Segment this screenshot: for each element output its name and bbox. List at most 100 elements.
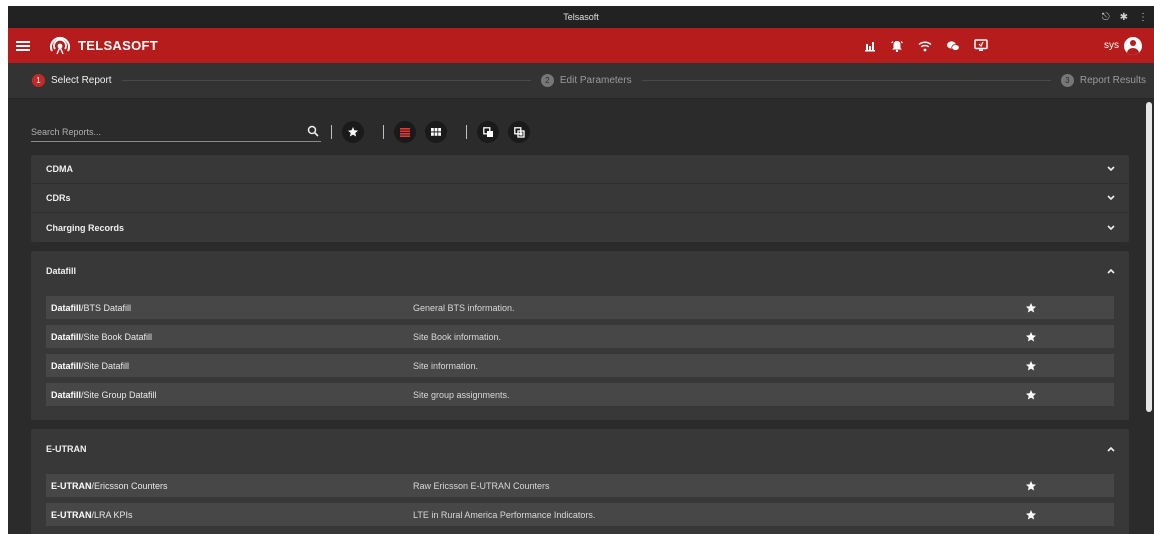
report-toolbar xyxy=(31,120,530,144)
app-bar: TELSASOFT sys xyxy=(8,28,1154,63)
star-icon xyxy=(1026,389,1036,399)
copy-button[interactable] xyxy=(477,121,499,143)
divider xyxy=(331,125,332,139)
report-category: Datafill xyxy=(51,389,82,400)
wifi-icon[interactable] xyxy=(918,40,932,52)
app-window: Telsasoft ⎋ ✱ ⋮ TELSASOFT sys 1 Select R… xyxy=(8,6,1154,534)
list-view-button[interactable] xyxy=(394,121,416,143)
report-title: /Site Group Datafill xyxy=(81,389,157,400)
step-number: 1 xyxy=(32,74,45,87)
step-label: Edit Parameters xyxy=(559,75,632,86)
divider xyxy=(383,125,384,139)
brand-logo[interactable]: TELSASOFT xyxy=(48,36,158,56)
star-icon xyxy=(1026,480,1036,490)
window-title: Telsasoft xyxy=(563,12,599,22)
report-description: Site Book information. xyxy=(413,331,502,342)
report-name: E-UTRAN/Ericsson Counters xyxy=(51,481,413,491)
favorite-toggle[interactable] xyxy=(1021,331,1041,343)
report-row[interactable]: E-UTRAN/Ericsson Counters Raw Ericsson E… xyxy=(46,474,1114,497)
group-cdrs[interactable]: CDRs xyxy=(31,184,1129,213)
step-number: 3 xyxy=(1060,74,1074,87)
extension-icon[interactable]: ✱ xyxy=(1120,12,1128,23)
chevron-down-icon xyxy=(1107,166,1115,172)
step-connector xyxy=(121,80,531,81)
group-cdma[interactable]: CDMA xyxy=(31,155,1129,184)
collapsed-groups: CDMA CDRs Charging Records xyxy=(31,155,1129,242)
group-header[interactable]: Datafill xyxy=(31,251,1129,291)
report-row[interactable]: E-UTRAN/LRA KPIs LTE in Rural America Pe… xyxy=(46,503,1114,526)
step-select-report[interactable]: 1 Select Report xyxy=(32,74,112,87)
step-number: 2 xyxy=(540,74,554,87)
report-name: Datafill/BTS Datafill xyxy=(51,303,413,313)
favorites-button[interactable] xyxy=(342,121,364,143)
report-description: Site information. xyxy=(413,360,479,371)
favorite-toggle[interactable] xyxy=(1021,360,1041,372)
group-label: CDRs xyxy=(46,193,71,203)
report-description: Raw Ericsson E-UTRAN Counters xyxy=(413,480,550,491)
group-label: Datafill xyxy=(46,266,77,276)
search-input[interactable] xyxy=(31,123,301,141)
search-icon[interactable] xyxy=(307,125,319,137)
report-category: Datafill xyxy=(51,302,82,313)
step-report-results[interactable]: 3 Report Results xyxy=(1060,74,1146,87)
favorite-toggle[interactable] xyxy=(1021,509,1041,521)
star-icon xyxy=(1026,302,1036,312)
report-groups: CDMA CDRs Charging Records Datafill Data… xyxy=(31,155,1129,534)
telsasoft-logo-icon xyxy=(50,36,70,54)
monitor-icon[interactable] xyxy=(974,39,988,52)
report-category: E-UTRAN xyxy=(51,480,92,491)
report-title: /BTS Datafill xyxy=(81,302,132,313)
report-row[interactable]: Datafill/BTS Datafill General BTS inform… xyxy=(46,296,1114,319)
report-name: Datafill/Site Datafill xyxy=(51,361,413,371)
step-label: Select Report xyxy=(51,75,112,86)
report-title: /Ericsson Counters xyxy=(91,480,168,491)
report-row[interactable]: Datafill/Site Group Datafill Site group … xyxy=(46,383,1114,406)
chevron-up-icon xyxy=(1107,268,1115,274)
step-edit-parameters[interactable]: 2 Edit Parameters xyxy=(540,74,632,87)
report-row[interactable]: Datafill/Site Book Datafill Site Book in… xyxy=(46,325,1114,348)
account-icon xyxy=(1124,36,1142,55)
favorite-toggle[interactable] xyxy=(1021,302,1041,314)
star-icon xyxy=(348,127,358,137)
key-icon[interactable]: ⎋ xyxy=(1102,12,1110,23)
user-menu[interactable]: sys xyxy=(1104,28,1142,63)
report-description: General BTS information. xyxy=(413,302,515,313)
brand-name: TELSASOFT xyxy=(78,38,158,53)
grid-view-button[interactable] xyxy=(425,121,447,143)
search-box xyxy=(31,122,321,142)
group-datafill: Datafill Datafill/BTS Datafill General B… xyxy=(31,251,1129,420)
scrollbar[interactable] xyxy=(1145,102,1153,534)
star-icon xyxy=(1026,331,1036,341)
grid-view-icon xyxy=(431,128,441,136)
chat-icon[interactable] xyxy=(946,40,960,52)
kebab-icon[interactable]: ⋮ xyxy=(1138,12,1148,23)
group-charging-records[interactable]: Charging Records xyxy=(31,213,1129,242)
report-name: Datafill/Site Group Datafill xyxy=(51,390,413,400)
report-description: LTE in Rural America Performance Indicat… xyxy=(413,509,596,520)
report-description: Site group assignments. xyxy=(413,389,510,400)
paste-icon xyxy=(513,126,525,138)
star-icon xyxy=(1026,360,1036,370)
report-stepper: 1 Select Report 2 Edit Parameters 3 Repo… xyxy=(8,63,1154,99)
chevron-up-icon xyxy=(1107,446,1115,452)
favorite-toggle[interactable] xyxy=(1021,480,1041,492)
alarm-icon[interactable] xyxy=(890,39,904,52)
report-title: /Site Datafill xyxy=(81,360,130,371)
user-name: sys xyxy=(1104,40,1119,51)
group-header[interactable]: E-UTRAN xyxy=(31,429,1129,469)
group-label: CDMA xyxy=(46,164,73,174)
report-title: /LRA KPIs xyxy=(91,509,133,520)
paste-button[interactable] xyxy=(508,121,530,143)
bar-chart-icon[interactable] xyxy=(864,40,876,52)
menu-icon[interactable] xyxy=(16,40,30,51)
chevron-down-icon xyxy=(1107,224,1115,230)
report-category: Datafill xyxy=(51,331,82,342)
report-name: E-UTRAN/LRA KPIs xyxy=(51,510,413,520)
group-e-utran: E-UTRAN E-UTRAN/Ericsson Counters Raw Er… xyxy=(31,429,1129,534)
report-category: Datafill xyxy=(51,360,82,371)
favorite-toggle[interactable] xyxy=(1021,389,1041,401)
report-category: E-UTRAN xyxy=(51,509,92,520)
report-row[interactable]: Datafill/Site Datafill Site information. xyxy=(46,354,1114,377)
scrollbar-thumb[interactable] xyxy=(1146,102,1152,412)
list-view-icon xyxy=(400,127,410,137)
